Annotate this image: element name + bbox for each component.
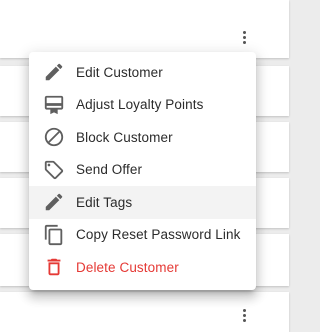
pencil-icon xyxy=(43,191,65,213)
customer-row[interactable] xyxy=(0,0,289,58)
menu-item-label: Block Customer xyxy=(76,129,173,145)
loyalty-card-icon xyxy=(43,94,65,116)
menu-item-label: Edit Tags xyxy=(76,194,133,210)
menu-item-copy-reset-password-link[interactable]: Copy Reset Password Link xyxy=(29,219,256,252)
tag-icon xyxy=(43,159,65,181)
more-options-icon[interactable] xyxy=(242,31,246,44)
menu-item-send-offer[interactable]: Send Offer xyxy=(29,154,256,187)
menu-item-label: Adjust Loyalty Points xyxy=(76,97,204,113)
copy-icon xyxy=(43,224,65,246)
menu-item-delete-customer[interactable]: Delete Customer xyxy=(29,251,256,284)
menu-item-edit-customer[interactable]: Edit Customer xyxy=(29,56,256,89)
menu-item-adjust-loyalty-points[interactable]: Adjust Loyalty Points xyxy=(29,89,256,122)
block-icon xyxy=(43,126,65,148)
menu-item-label: Edit Customer xyxy=(76,64,163,80)
pencil-icon xyxy=(43,61,65,83)
menu-item-label: Copy Reset Password Link xyxy=(76,227,241,243)
trash-icon xyxy=(43,256,65,278)
menu-item-block-customer[interactable]: Block Customer xyxy=(29,121,256,154)
customer-row[interactable] xyxy=(0,292,289,332)
more-options-icon[interactable] xyxy=(242,309,246,322)
menu-item-edit-tags[interactable]: Edit Tags xyxy=(29,186,256,219)
customer-actions-menu: Edit Customer Adjust Loyalty Points Bloc… xyxy=(29,52,256,290)
menu-item-label: Delete Customer xyxy=(76,259,179,275)
menu-item-label: Send Offer xyxy=(76,162,143,178)
